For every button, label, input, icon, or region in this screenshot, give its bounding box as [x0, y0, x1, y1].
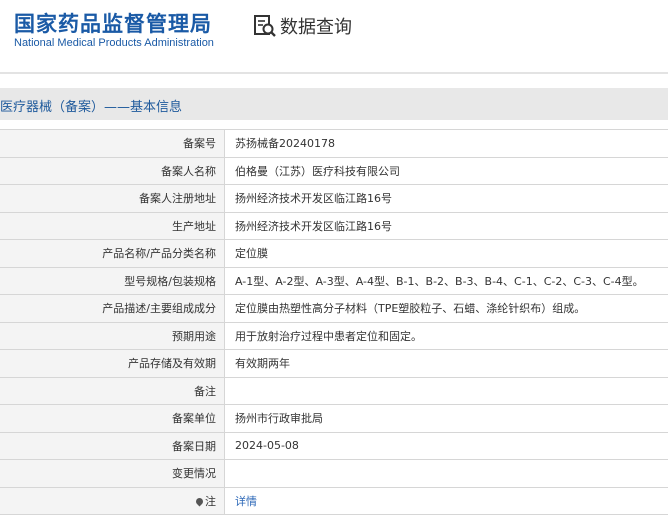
table-row: 产品描述/主要组成成分 定位膜由热塑性高分子材料（TPE塑胶粒子、石蜡、涤纶针织布… — [0, 294, 668, 323]
field-label: 备案日期 — [0, 431, 225, 460]
field-label: 备案人名称 — [0, 156, 225, 185]
field-label: 产品名称/产品分类名称 — [0, 239, 225, 268]
note-label: 注 — [205, 494, 216, 508]
data-query-label: 数据查询 — [280, 17, 352, 38]
field-label: 产品存储及有效期 — [0, 349, 225, 378]
data-query-link[interactable]: 数据查询 — [252, 13, 352, 39]
table-row-note: 注详情 — [0, 486, 668, 515]
field-value: A-1型、A-2型、A-3型、A-4型、B-1、B-2、B-3、B-4、C-1、… — [224, 266, 668, 295]
table-row: 备案日期 2024-05-08 — [0, 431, 668, 460]
field-value: 有效期两年 — [224, 349, 668, 378]
field-value: 2024-05-08 — [224, 431, 668, 460]
field-label: 型号规格/包装规格 — [0, 266, 225, 295]
table-row: 备案单位 扬州市行政审批局 — [0, 404, 668, 433]
field-value: 扬州经济技术开发区临江路16号 — [224, 211, 668, 240]
table-row: 备案人名称 伯格曼（江苏）医疗科技有限公司 — [0, 156, 668, 185]
table-row: 预期用途 用于放射治疗过程中患者定位和固定。 — [0, 321, 668, 350]
field-value — [224, 459, 668, 488]
table-row: 备注 — [0, 376, 668, 405]
detail-table: 备案号 苏扬械备20240178 备案人名称 伯格曼（江苏）医疗科技有限公司 备案人注册… — [0, 129, 668, 515]
table-row: 生产地址 扬州经济技术开发区临江路16号 — [0, 211, 668, 240]
site-logo-title[interactable]: 国家药品监督管理局 — [14, 8, 212, 38]
field-value: 定位膜由热塑性高分子材料（TPE塑胶粒子、石蜡、涤纶针织布）组成。 — [224, 294, 668, 323]
field-value: 定位膜 — [224, 239, 668, 268]
table-row: 备案人注册地址 扬州经济技术开发区临江路16号 — [0, 184, 668, 213]
field-value: 苏扬械备20240178 — [224, 129, 668, 158]
field-label: 备案单位 — [0, 404, 225, 433]
field-label: 变更情况 — [0, 459, 225, 488]
field-value: 扬州市行政审批局 — [224, 404, 668, 433]
note-label-cell: 注 — [0, 486, 225, 515]
table-row: 变更情况 — [0, 459, 668, 488]
pin-icon — [194, 496, 205, 507]
field-label: 预期用途 — [0, 321, 225, 350]
field-label: 备案人注册地址 — [0, 184, 225, 213]
site-header: 国家药品监督管理局 National Medical Products Admi… — [0, 0, 668, 72]
field-label: 生产地址 — [0, 211, 225, 240]
section-title-bar: 医疗器械（备案）——基本信息 — [0, 88, 668, 120]
table-row: 型号规格/包装规格 A-1型、A-2型、A-3型、A-4型、B-1、B-2、B-3… — [0, 266, 668, 295]
details-link[interactable]: 详情 — [224, 486, 668, 515]
field-value: 伯格曼（江苏）医疗科技有限公司 — [224, 156, 668, 185]
field-label: 备注 — [0, 376, 225, 405]
field-value: 用于放射治疗过程中患者定位和固定。 — [224, 321, 668, 350]
site-logo-subtitle: National Medical Products Administration — [14, 37, 214, 49]
header-divider — [0, 72, 668, 74]
table-row: 产品存储及有效期 有效期两年 — [0, 349, 668, 378]
field-label: 备案号 — [0, 129, 225, 158]
table-row: 产品名称/产品分类名称 定位膜 — [0, 239, 668, 268]
field-value: 扬州经济技术开发区临江路16号 — [224, 184, 668, 213]
section-title: 医疗器械（备案）——基本信息 — [0, 100, 183, 115]
field-label: 产品描述/主要组成成分 — [0, 294, 225, 323]
field-value — [224, 376, 668, 405]
table-row: 备案号 苏扬械备20240178 — [0, 129, 668, 158]
document-search-icon — [252, 13, 278, 39]
